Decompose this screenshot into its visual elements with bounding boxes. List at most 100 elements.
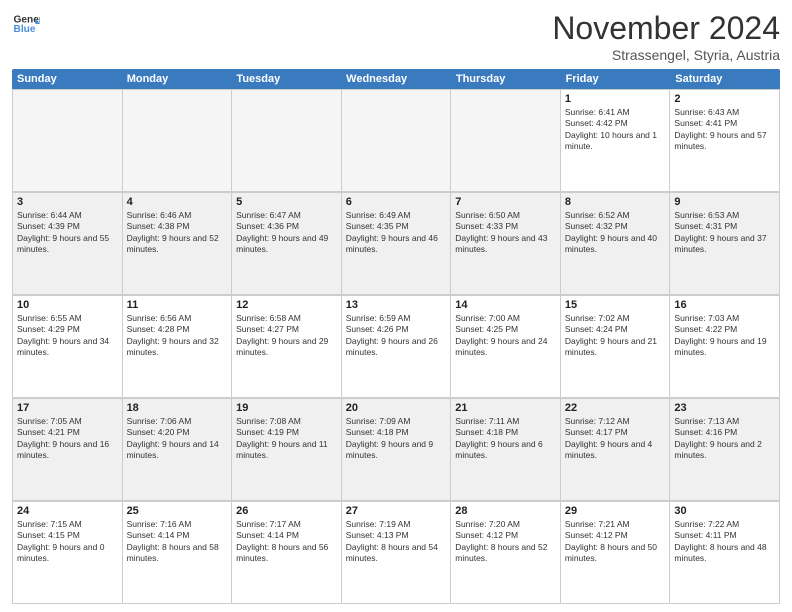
day-info: Sunrise: 6:41 AMSunset: 4:42 PMDaylight:… — [565, 107, 666, 153]
title-block: November 2024 Strassengel, Styria, Austr… — [552, 10, 780, 63]
day-number: 20 — [346, 402, 447, 414]
calendar-cell: 25Sunrise: 7:16 AMSunset: 4:14 PMDayligh… — [123, 501, 233, 603]
day-number: 10 — [17, 299, 118, 311]
day-info: Sunrise: 7:16 AMSunset: 4:14 PMDaylight:… — [127, 519, 228, 565]
page-header: General Blue November 2024 Strassengel, … — [12, 10, 780, 63]
calendar-cell: 23 Sunrise: 7:13 AMSunset: 4:16 PMDayligh… — [670, 398, 780, 500]
calendar-cell — [451, 89, 561, 191]
weekday-friday: Friday — [561, 69, 671, 89]
day-info: Sunrise: 6:56 AMSunset: 4:28 PMDaylight:… — [127, 313, 228, 359]
day-info: Sunrise: 7:05 AMSunset: 4:21 PMDaylight:… — [17, 416, 118, 462]
day-number: 9 — [674, 196, 775, 208]
day-info: Sunrise: 6:49 AMSunset: 4:35 PMDaylight:… — [346, 210, 447, 256]
calendar-week-3: 10 Sunrise: 6:55 AMSunset: 4:29 PMDayligh… — [12, 295, 780, 398]
day-info: Sunrise: 6:55 AMSunset: 4:29 PMDaylight:… — [17, 313, 118, 359]
calendar-cell: 7 Sunrise: 6:50 AMSunset: 4:33 PMDaylight… — [451, 192, 561, 294]
day-info: Sunrise: 7:09 AMSunset: 4:18 PMDaylight:… — [346, 416, 447, 462]
weekday-sunday: Sunday — [12, 69, 122, 89]
calendar-cell: 20 Sunrise: 7:09 AMSunset: 4:18 PMDayligh… — [342, 398, 452, 500]
calendar-cell: 28Sunrise: 7:20 AMSunset: 4:12 PMDayligh… — [451, 501, 561, 603]
day-info: Sunrise: 6:58 AMSunset: 4:27 PMDaylight:… — [236, 313, 337, 359]
calendar-cell: 1 Sunrise: 6:41 AMSunset: 4:42 PMDaylight… — [561, 89, 671, 191]
day-info: Sunrise: 6:53 AMSunset: 4:31 PMDaylight:… — [674, 210, 775, 256]
calendar-cell: 8Sunrise: 6:52 AMSunset: 4:32 PMDaylight… — [561, 192, 671, 294]
weekday-monday: Monday — [122, 69, 232, 89]
day-number: 29 — [565, 505, 666, 517]
day-number: 7 — [455, 196, 556, 208]
day-number: 5 — [236, 196, 337, 208]
calendar-cell — [123, 89, 233, 191]
calendar-cell: 15 Sunrise: 7:02 AMSunset: 4:24 PMDayligh… — [561, 295, 671, 397]
day-info: Sunrise: 7:17 AMSunset: 4:14 PMDaylight:… — [236, 519, 337, 565]
day-number: 26 — [236, 505, 337, 517]
day-info: Sunrise: 7:08 AMSunset: 4:19 PMDaylight:… — [236, 416, 337, 462]
calendar-cell: 5 Sunrise: 6:47 AMSunset: 4:36 PMDaylight… — [232, 192, 342, 294]
day-number: 8 — [565, 196, 666, 208]
calendar-cell — [13, 89, 123, 191]
day-info: Sunrise: 6:44 AMSunset: 4:39 PMDaylight:… — [17, 210, 118, 256]
day-number: 19 — [236, 402, 337, 414]
day-info: Sunrise: 7:19 AMSunset: 4:13 PMDaylight:… — [346, 519, 447, 565]
day-number: 15 — [565, 299, 666, 311]
day-info: Sunrise: 6:47 AMSunset: 4:36 PMDaylight:… — [236, 210, 337, 256]
day-info: Sunrise: 7:15 AMSunset: 4:15 PMDaylight:… — [17, 519, 118, 565]
day-number: 16 — [674, 299, 775, 311]
calendar-cell: 2Sunrise: 6:43 AMSunset: 4:41 PMDaylight… — [670, 89, 780, 191]
calendar-cell — [232, 89, 342, 191]
day-number: 11 — [127, 299, 228, 311]
calendar-cell: 13 Sunrise: 6:59 AMSunset: 4:26 PMDayligh… — [342, 295, 452, 397]
day-number: 24 — [17, 505, 118, 517]
calendar-cell: 11 Sunrise: 6:56 AMSunset: 4:28 PMDayligh… — [123, 295, 233, 397]
weekday-thursday: Thursday — [451, 69, 561, 89]
day-info: Sunrise: 7:21 AMSunset: 4:12 PMDaylight:… — [565, 519, 666, 565]
day-info: Sunrise: 7:13 AMSunset: 4:16 PMDaylight:… — [674, 416, 775, 462]
day-number: 22 — [565, 402, 666, 414]
day-info: Sunrise: 7:06 AMSunset: 4:20 PMDaylight:… — [127, 416, 228, 462]
day-number: 30 — [674, 505, 775, 517]
calendar-body: 1 Sunrise: 6:41 AMSunset: 4:42 PMDaylight… — [12, 89, 780, 604]
day-info: Sunrise: 6:43 AMSunset: 4:41 PMDaylight:… — [674, 107, 775, 153]
calendar-week-1: 1 Sunrise: 6:41 AMSunset: 4:42 PMDaylight… — [12, 89, 780, 192]
day-info: Sunrise: 6:50 AMSunset: 4:33 PMDaylight:… — [455, 210, 556, 256]
calendar-cell: 4 Sunrise: 6:46 AMSunset: 4:38 PMDaylight… — [123, 192, 233, 294]
day-number: 18 — [127, 402, 228, 414]
day-info: Sunrise: 7:11 AMSunset: 4:18 PMDaylight:… — [455, 416, 556, 462]
calendar-week-4: 17 Sunrise: 7:05 AMSunset: 4:21 PMDayligh… — [12, 398, 780, 501]
calendar-cell: 22 Sunrise: 7:12 AMSunset: 4:17 PMDayligh… — [561, 398, 671, 500]
day-number: 23 — [674, 402, 775, 414]
day-number: 17 — [17, 402, 118, 414]
calendar-cell: 10 Sunrise: 6:55 AMSunset: 4:29 PMDayligh… — [13, 295, 123, 397]
day-number: 3 — [17, 196, 118, 208]
day-info: Sunrise: 7:12 AMSunset: 4:17 PMDaylight:… — [565, 416, 666, 462]
calendar-cell: 9 Sunrise: 6:53 AMSunset: 4:31 PMDaylight… — [670, 192, 780, 294]
calendar-cell: 17 Sunrise: 7:05 AMSunset: 4:21 PMDayligh… — [13, 398, 123, 500]
day-number: 4 — [127, 196, 228, 208]
location: Strassengel, Styria, Austria — [552, 47, 780, 63]
day-number: 14 — [455, 299, 556, 311]
day-number: 13 — [346, 299, 447, 311]
logo-icon: General Blue — [12, 10, 40, 38]
day-info: Sunrise: 6:46 AMSunset: 4:38 PMDaylight:… — [127, 210, 228, 256]
day-number: 27 — [346, 505, 447, 517]
day-info: Sunrise: 6:59 AMSunset: 4:26 PMDaylight:… — [346, 313, 447, 359]
calendar-cell: 18 Sunrise: 7:06 AMSunset: 4:20 PMDayligh… — [123, 398, 233, 500]
logo: General Blue — [12, 10, 40, 38]
calendar-cell: 24 Sunrise: 7:15 AMSunset: 4:15 PMDayligh… — [13, 501, 123, 603]
calendar-cell: 14Sunrise: 7:00 AMSunset: 4:25 PMDayligh… — [451, 295, 561, 397]
weekday-tuesday: Tuesday — [231, 69, 341, 89]
day-info: Sunrise: 7:20 AMSunset: 4:12 PMDaylight:… — [455, 519, 556, 565]
day-number: 12 — [236, 299, 337, 311]
day-info: Sunrise: 7:02 AMSunset: 4:24 PMDaylight:… — [565, 313, 666, 359]
calendar-cell: 29 Sunrise: 7:21 AMSunset: 4:12 PMDayligh… — [561, 501, 671, 603]
day-info: Sunrise: 7:03 AMSunset: 4:22 PMDaylight:… — [674, 313, 775, 359]
calendar-cell: 30 Sunrise: 7:22 AMSunset: 4:11 PMDayligh… — [670, 501, 780, 603]
day-info: Sunrise: 7:22 AMSunset: 4:11 PMDaylight:… — [674, 519, 775, 565]
calendar-week-5: 24 Sunrise: 7:15 AMSunset: 4:15 PMDayligh… — [12, 501, 780, 604]
calendar-header: Sunday Monday Tuesday Wednesday Thursday… — [12, 69, 780, 89]
calendar-cell: 3 Sunrise: 6:44 AMSunset: 4:39 PMDaylight… — [13, 192, 123, 294]
calendar-cell: 6 Sunrise: 6:49 AMSunset: 4:35 PMDaylight… — [342, 192, 452, 294]
day-number: 6 — [346, 196, 447, 208]
day-number: 1 — [565, 93, 666, 105]
month-title: November 2024 — [552, 10, 780, 47]
weekday-wednesday: Wednesday — [341, 69, 451, 89]
